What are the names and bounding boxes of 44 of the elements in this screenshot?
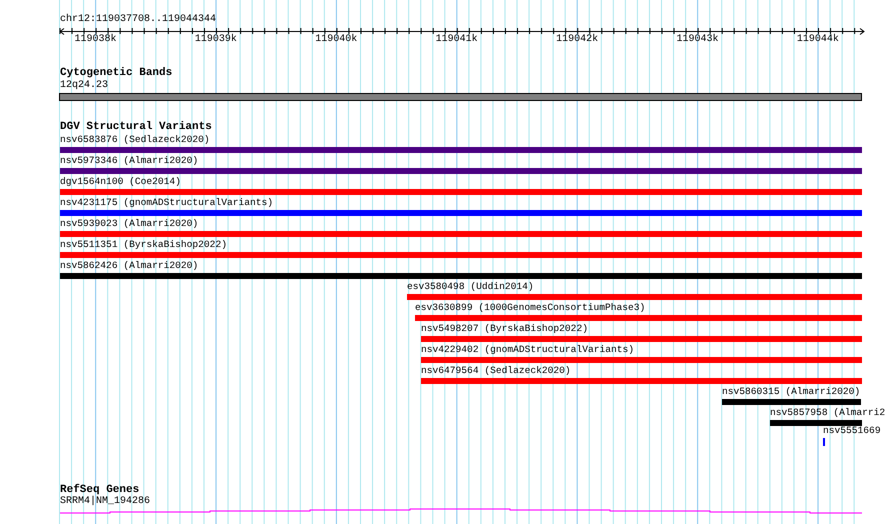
- feature-label: nsv6583876 (Sedlazeck2020): [60, 134, 210, 146]
- gene-label: SRRM4|NM_194286: [60, 496, 150, 508]
- feature-label: nsv5857958 (Almarri2: [770, 407, 886, 419]
- ruler-tick-label: 119040k: [315, 34, 358, 46]
- feature-bar[interactable]: [60, 252, 862, 258]
- feature-label: dgv1564n100 (Coe2014): [60, 176, 181, 188]
- feature-label: nsv5551669: [823, 425, 881, 437]
- ruler-tick-label: 119039k: [194, 34, 237, 46]
- feature-bar[interactable]: [60, 168, 862, 174]
- feature-label: nsv5939023 (Almarri2020): [60, 218, 198, 230]
- feature-bar[interactable]: [421, 336, 862, 342]
- ruler-tick-label: 119038k: [74, 34, 116, 46]
- track-title: Cytogenetic Bands: [60, 67, 172, 80]
- feature-label: esv3580498 (Uddin2014): [407, 281, 534, 293]
- feature-bar[interactable]: [60, 210, 862, 216]
- ruler-tick-label: 119043k: [676, 34, 718, 46]
- feature-bar[interactable]: [421, 378, 862, 384]
- track-title: RefSeq Genes: [60, 484, 140, 496]
- feature-label: nsv5973346 (Almarri2020): [60, 155, 198, 167]
- location-label: chr12:119037708..119044344: [60, 14, 216, 26]
- feature-bar[interactable]: [407, 294, 862, 300]
- feature-bar[interactable]: [60, 273, 862, 279]
- feature-bar[interactable]: [421, 357, 862, 363]
- ruler-tick-label: 119044k: [796, 34, 839, 46]
- feature-label: nsv5511351 (ByrskaBishop2022): [60, 239, 227, 251]
- cytoband-bar[interactable]: [59, 93, 862, 101]
- feature-bar[interactable]: [60, 189, 862, 195]
- gene-model-line[interactable]: [60, 508, 862, 514]
- ruler-tick-label: 119042k: [556, 34, 598, 46]
- feature-bar[interactable]: [415, 315, 862, 321]
- feature-label: nsv4229402 (gnomADStructuralVariants): [421, 344, 634, 356]
- feature-label: nsv5860315 (Almarri2020): [722, 386, 860, 398]
- ruler-tick-label: 119041k: [436, 34, 478, 46]
- feature-bar[interactable]: [770, 420, 862, 426]
- feature-label: nsv5498207 (ByrskaBishop2022): [421, 323, 588, 335]
- feature-label: esv3630899 (1000GenomesConsortiumPhase3): [415, 302, 646, 314]
- band-label: 12q24.23: [60, 80, 108, 92]
- track-title: DGV Structural Variants: [60, 121, 212, 134]
- feature-label: nsv5862426 (Almarri2020): [60, 260, 198, 272]
- feature-label: nsv4231175 (gnomADStructuralVariants): [60, 197, 274, 209]
- feature-bar[interactable]: [60, 231, 862, 237]
- feature-bar[interactable]: [60, 147, 862, 153]
- feature-bar[interactable]: [722, 399, 861, 405]
- feature-label: nsv6479564 (Sedlazeck2020): [421, 365, 571, 377]
